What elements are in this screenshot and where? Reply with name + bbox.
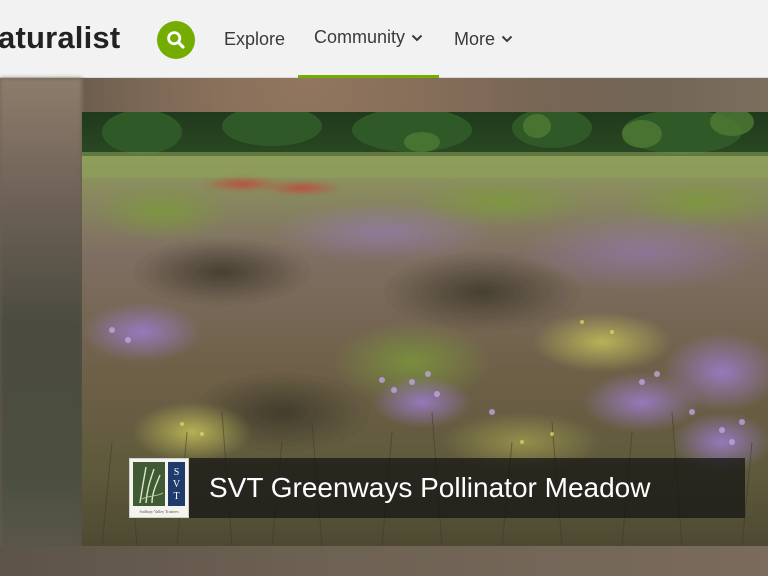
nav-more-label: More xyxy=(454,28,496,49)
blurred-cover-bottom xyxy=(0,546,768,576)
chevron-down-icon xyxy=(501,35,513,43)
svg-text:S: S xyxy=(174,467,180,478)
svg-text:T: T xyxy=(173,491,179,502)
search-button[interactable] xyxy=(157,21,195,59)
nav-community[interactable]: Community xyxy=(298,0,439,78)
nav-explore[interactable]: Explore xyxy=(224,0,285,78)
project-logo-icon[interactable]: S V T Sudbury Valley Trustees xyxy=(129,458,189,518)
svg-text:V: V xyxy=(173,479,181,490)
svg-text:Sudbury Valley Trustees: Sudbury Valley Trustees xyxy=(139,509,178,514)
site-logo[interactable]: aturalist xyxy=(0,18,120,58)
blurred-cover-left xyxy=(0,78,82,576)
nav-community-label: Community xyxy=(314,27,406,47)
chevron-down-icon xyxy=(411,34,423,42)
top-navigation-bar: aturalist Explore Community More xyxy=(0,0,768,78)
svt-logo-graphic: S V T Sudbury Valley Trustees xyxy=(133,462,185,514)
nav-more[interactable]: More xyxy=(454,0,513,78)
search-icon xyxy=(166,30,186,50)
project-cover-image: S V T Sudbury Valley Trustees SVT Greenw… xyxy=(82,112,768,546)
nav-explore-label: Explore xyxy=(224,28,286,49)
project-title-bar: S V T Sudbury Valley Trustees SVT Greenw… xyxy=(129,458,745,518)
project-title[interactable]: SVT Greenways Pollinator Meadow xyxy=(209,458,650,518)
